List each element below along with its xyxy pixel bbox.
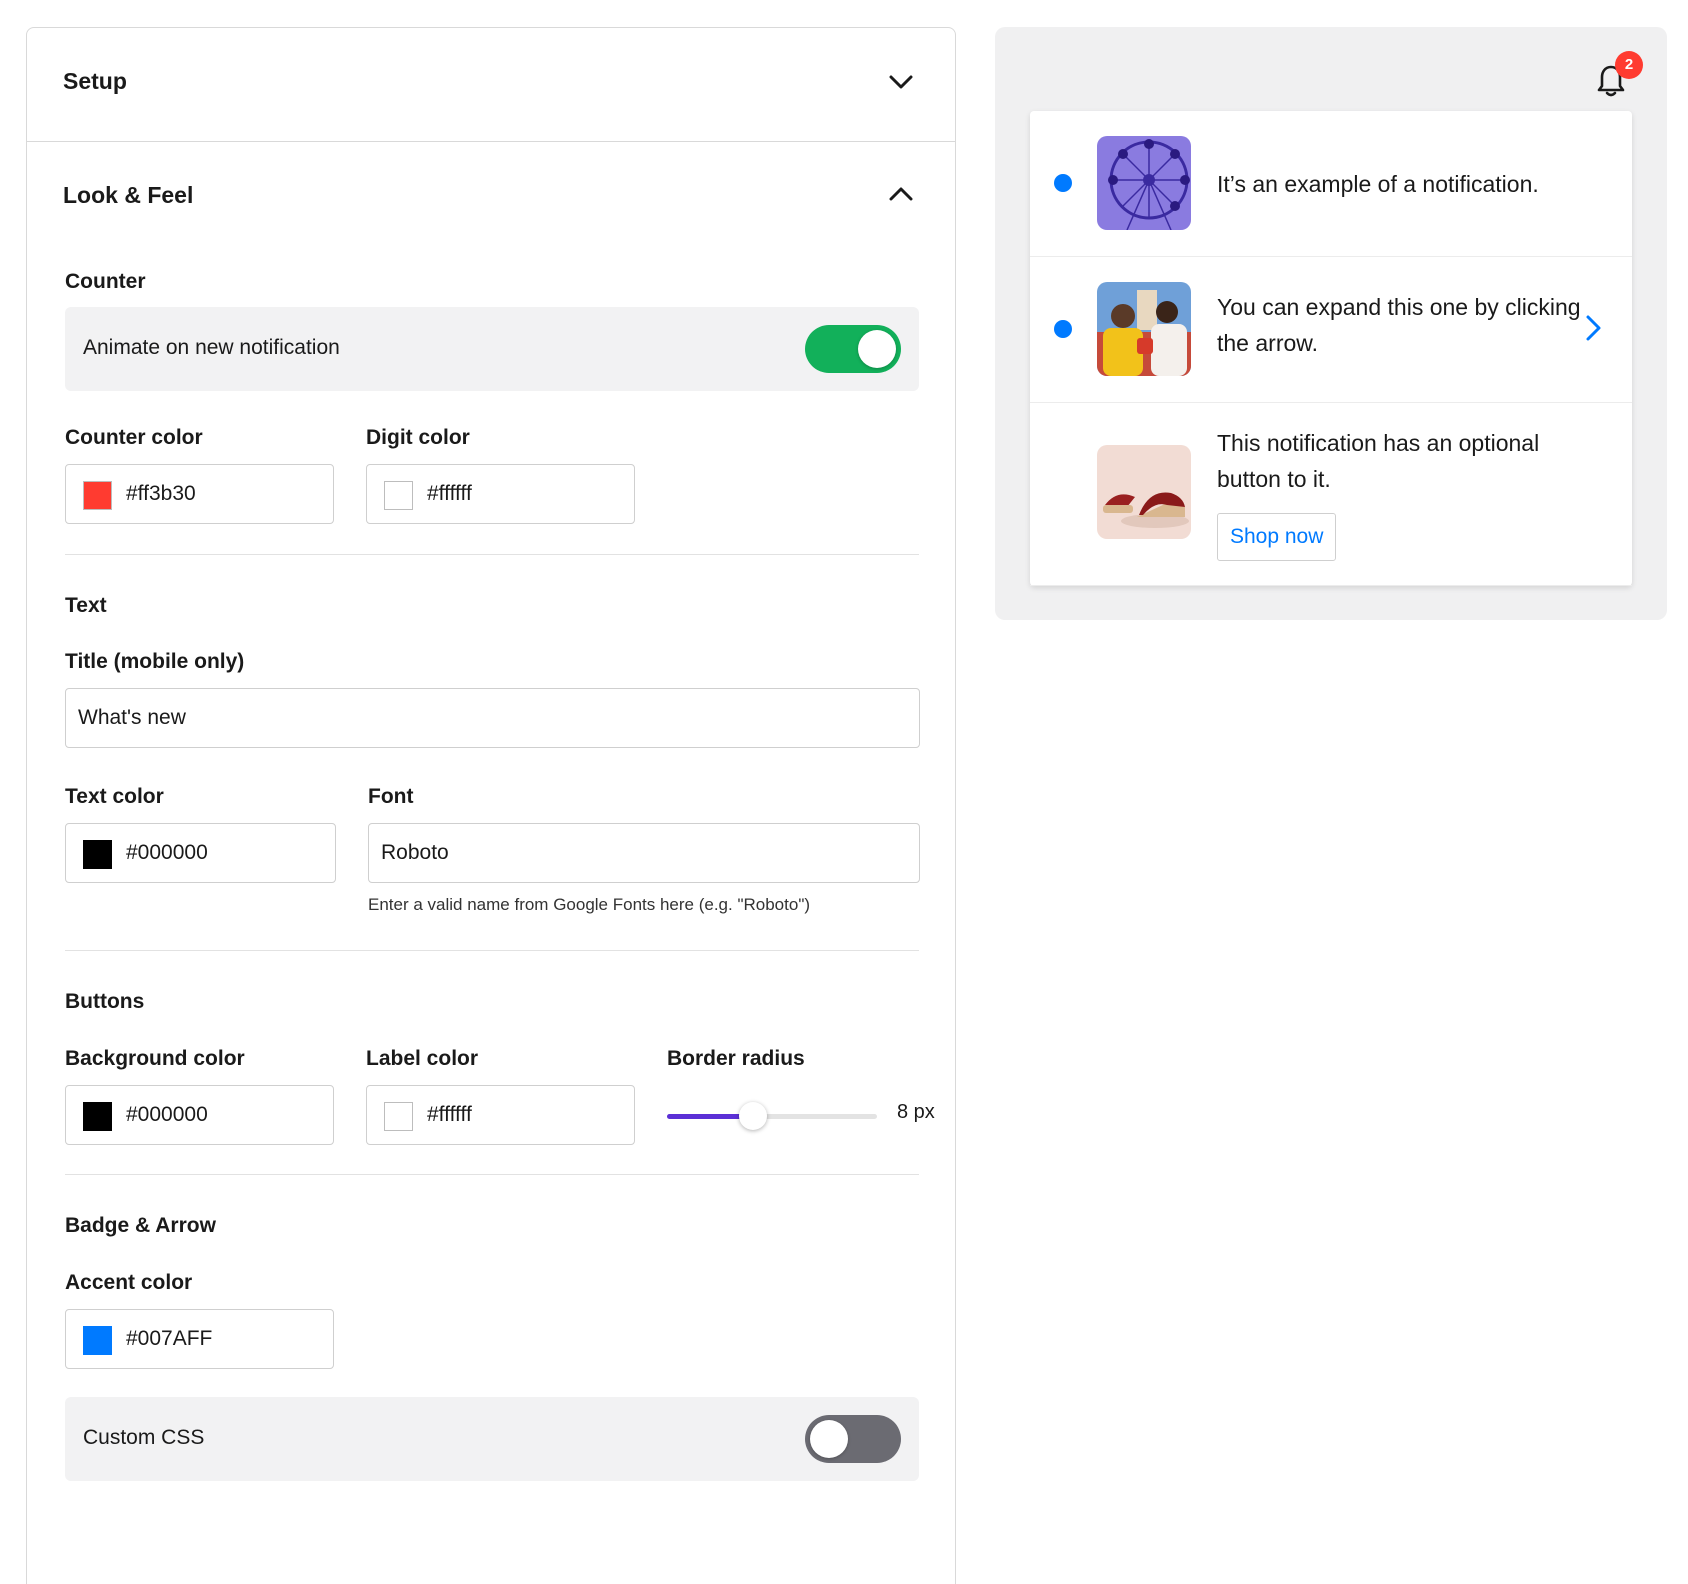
title-label: Title (mobile only) (65, 650, 245, 673)
title-value: What's new (78, 706, 186, 729)
notification-item[interactable]: It’s an example of a notification. (1030, 111, 1632, 257)
toggle-knob (810, 1420, 848, 1458)
chevron-down-icon[interactable] (887, 68, 915, 96)
counter-color-swatch[interactable] (83, 481, 112, 510)
settings-panel: Setup Look & Feel Counter Animate on new… (26, 27, 956, 1584)
label-color-label: Label color (366, 1047, 479, 1070)
text-color-swatch[interactable] (83, 840, 112, 869)
font-input[interactable]: Roboto (368, 823, 920, 883)
text-section-label: Text (65, 594, 107, 617)
divider (65, 554, 919, 555)
notification-item[interactable]: You can expand this one by clicking the … (1030, 257, 1632, 403)
title-input[interactable]: What's new (65, 688, 920, 748)
font-label: Font (368, 785, 414, 808)
slider-thumb[interactable] (739, 1102, 767, 1130)
notification-text: It’s an example of a notification. (1217, 171, 1539, 197)
digit-color-value: #ffffff (427, 482, 472, 505)
text-color-label: Text color (65, 785, 164, 808)
text-color-input[interactable]: #000000 (65, 823, 336, 883)
custom-css-toggle-row: Custom CSS (65, 1397, 919, 1481)
shoe-image (1097, 445, 1191, 539)
font-value: Roboto (381, 841, 449, 864)
unread-dot (1054, 320, 1072, 338)
label-color-input[interactable]: #ffffff (366, 1085, 635, 1145)
unread-dot (1054, 174, 1072, 192)
bg-color-value: #000000 (126, 1103, 208, 1126)
buttons-section-label: Buttons (65, 990, 145, 1013)
bg-color-swatch[interactable] (83, 1102, 112, 1131)
toggle-knob (858, 330, 896, 368)
ferris-wheel-image (1097, 136, 1191, 230)
border-radius-slider[interactable] (667, 1101, 877, 1131)
accent-color-swatch[interactable] (83, 1326, 112, 1355)
counter-color-value: #ff3b30 (126, 482, 196, 505)
digit-color-input[interactable]: #ffffff (366, 464, 635, 524)
setup-title: Setup (63, 68, 127, 94)
custom-css-label: Custom CSS (83, 1426, 205, 1449)
counter-color-label: Counter color (65, 426, 203, 449)
chevron-right-icon[interactable] (1582, 313, 1604, 343)
border-radius-label: Border radius (667, 1047, 805, 1070)
divider (65, 1174, 919, 1175)
shop-now-button[interactable]: Shop now (1217, 513, 1337, 561)
accent-color-input[interactable]: #007AFF (65, 1309, 334, 1369)
border-radius-value: 8 px (897, 1101, 935, 1123)
font-help-text: Enter a valid name from Google Fonts her… (368, 895, 811, 914)
digit-color-swatch[interactable] (384, 481, 413, 510)
look-feel-title: Look & Feel (63, 182, 194, 208)
digit-color-label: Digit color (366, 426, 470, 449)
notification-list: It’s an example of a notification. You c… (1030, 111, 1632, 586)
chevron-up-icon[interactable] (887, 180, 915, 208)
label-color-value: #ffffff (427, 1103, 472, 1126)
setup-accordion-header[interactable]: Setup (27, 28, 955, 142)
badge-arrow-section-label: Badge & Arrow (65, 1214, 216, 1237)
text-color-value: #000000 (126, 841, 208, 864)
counter-color-input[interactable]: #ff3b30 (65, 464, 334, 524)
bg-color-label: Background color (65, 1047, 245, 1070)
notification-text: This notification has an optional button… (1217, 430, 1540, 492)
label-color-swatch[interactable] (384, 1102, 413, 1131)
animate-toggle[interactable] (805, 325, 901, 373)
notification-text: You can expand this one by clicking the … (1217, 294, 1581, 356)
bg-color-input[interactable]: #000000 (65, 1085, 334, 1145)
look-feel-accordion-header[interactable]: Look & Feel (27, 142, 955, 256)
animate-toggle-row: Animate on new notification (65, 307, 919, 391)
divider (65, 950, 919, 951)
preview-panel: 2 It’s an example of a notification. You… (995, 27, 1667, 620)
counter-section-label: Counter (65, 270, 146, 293)
accent-color-value: #007AFF (126, 1327, 213, 1350)
custom-css-toggle[interactable] (805, 1415, 901, 1463)
accent-color-label: Accent color (65, 1271, 193, 1294)
animate-label: Animate on new notification (83, 336, 340, 359)
notification-count-badge: 2 (1615, 51, 1643, 79)
people-image (1097, 282, 1191, 376)
